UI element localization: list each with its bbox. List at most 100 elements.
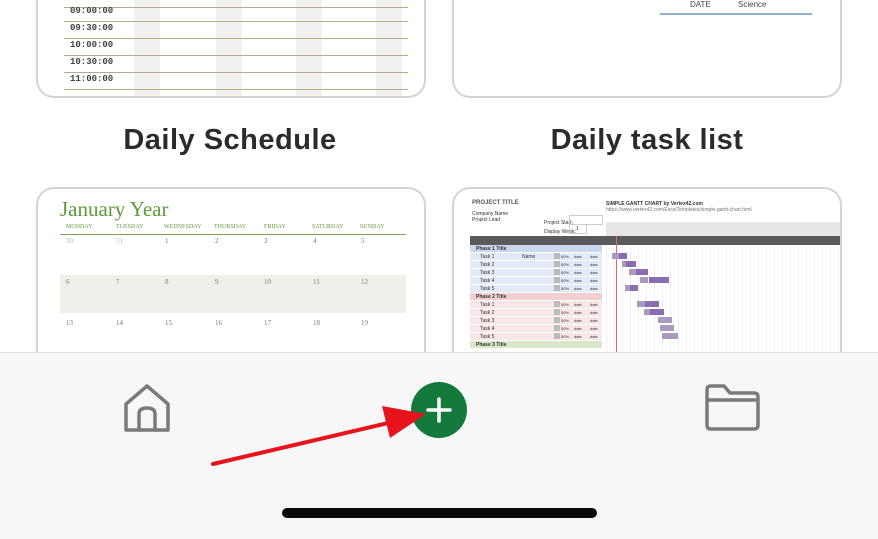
gantt-progress-value: 50% [561, 302, 570, 307]
gantt-progress-cell [554, 261, 560, 267]
gantt-task-label: Task 4 [480, 278, 495, 284]
gantt-preview: PROJECT TITLE Company Name Project Lead … [454, 189, 840, 357]
gantt-progress-cell [554, 309, 560, 315]
gantt-progress-cell [554, 269, 560, 275]
gantt-date-value: date [590, 254, 598, 259]
gantt-progress-value: 50% [561, 286, 570, 291]
gantt-bar [637, 301, 645, 307]
gantt-grid-line [686, 245, 687, 357]
gantt-date-value: date [574, 302, 582, 307]
gantt-grid-line [702, 245, 703, 357]
gantt-date-value: date [574, 318, 582, 323]
schedule-row: 10:30:00 [64, 55, 408, 73]
gantt-bar [619, 253, 627, 259]
calendar-date: 30 [66, 237, 73, 245]
gantt-grid-line [822, 245, 823, 357]
gantt-bar [630, 285, 638, 291]
add-button[interactable] [411, 382, 467, 438]
calendar-date: 1 [165, 237, 169, 245]
calendar-date: 15 [165, 319, 172, 327]
template-title-daily-task-list: Daily task list [550, 124, 744, 156]
task-list-preview: DATE Science [454, 0, 840, 96]
gantt-grid-line [726, 245, 727, 357]
gantt-task-label: Task 5 [480, 286, 495, 292]
calendar-date: 8 [165, 278, 169, 286]
gantt-date-value: date [590, 334, 598, 339]
gantt-grid-line [774, 245, 775, 357]
home-indicator [282, 508, 597, 518]
gantt-phase-label: Phase 3 Title [476, 342, 507, 348]
task-column-header: Science [738, 0, 767, 9]
gantt-progress-value: 50% [561, 278, 570, 283]
gantt-week-box: 1 [569, 224, 587, 234]
gantt-bar [649, 277, 669, 283]
calendar-weekday: SUNDAY [360, 224, 385, 230]
gantt-progress-value: 50% [561, 326, 570, 331]
template-card-gantt-chart[interactable]: PROJECT TITLE Company Name Project Lead … [452, 187, 842, 357]
gantt-project-title: PROJECT TITLE [472, 200, 519, 206]
calendar-date: 6 [66, 278, 70, 286]
calendar-week-band [60, 275, 406, 313]
gantt-task-label: Task 1 [480, 302, 495, 308]
gantt-grid-line [742, 245, 743, 357]
gantt-grid-line [750, 245, 751, 357]
gantt-task-label: Task 5 [480, 334, 495, 340]
gantt-date-value: date [574, 278, 582, 283]
gantt-date-value: date [574, 326, 582, 331]
calendar-date: 18 [313, 319, 320, 327]
task-column-header: DATE [690, 0, 711, 9]
calendar-date: 19 [361, 319, 368, 327]
schedule-time: 09:00:00 [70, 6, 114, 16]
template-card-daily-task-list[interactable]: DATE Science [452, 0, 842, 98]
gantt-grid-line [614, 245, 615, 357]
template-card-daily-schedule[interactable]: 09:00:00 09:30:00 10:00:00 10:30:00 11:0… [36, 0, 426, 98]
gantt-date-value: date [574, 254, 582, 259]
calendar-date: 4 [313, 237, 317, 245]
calendar-date: 7 [116, 278, 120, 286]
calendar-date: 2 [215, 237, 219, 245]
gantt-date-value: date [590, 318, 598, 323]
folder-icon[interactable] [703, 382, 761, 432]
calendar-weekday: THURSDAY [214, 224, 247, 230]
template-title-daily-schedule: Daily Schedule [123, 124, 337, 156]
template-card-calendar[interactable]: January Year MONDAY TUESDAY WEDNESDAY TH… [36, 187, 426, 357]
plus-icon [426, 397, 452, 423]
gantt-date-value: date [590, 278, 598, 283]
calendar-date: 10 [264, 278, 271, 286]
calendar-date: 5 [361, 237, 365, 245]
gantt-date-value: date [590, 286, 598, 291]
calendar-date: 16 [215, 319, 222, 327]
gantt-date-value: date [574, 334, 582, 339]
gantt-grid-line [806, 245, 807, 357]
gantt-grid-line [798, 245, 799, 357]
gantt-grid-line [734, 245, 735, 357]
gantt-progress-value: 50% [561, 254, 570, 259]
gantt-date-value: date [590, 262, 598, 267]
calendar-date: 3 [264, 237, 268, 245]
calendar-date: 12 [361, 278, 368, 286]
schedule-preview: 09:00:00 09:30:00 10:00:00 10:30:00 11:0… [38, 0, 424, 96]
home-icon[interactable] [121, 382, 173, 434]
gantt-date-value: date [590, 326, 598, 331]
gantt-date-value: date [574, 270, 582, 275]
gantt-bar [662, 333, 678, 339]
gantt-grid-line [694, 245, 695, 357]
gantt-progress-cell [554, 325, 560, 331]
gantt-phase-label: Phase 2 Title [476, 294, 507, 300]
gantt-progress-cell [554, 317, 560, 323]
gantt-task-label: Task 3 [480, 318, 495, 324]
gantt-date-value: date [574, 310, 582, 315]
schedule-time: 10:00:00 [70, 40, 114, 50]
gantt-task-label: Task 4 [480, 326, 495, 332]
schedule-time: 10:30:00 [70, 57, 114, 67]
gantt-progress-value: 50% [561, 310, 570, 315]
gantt-grid-line [790, 245, 791, 357]
gantt-week-band [606, 222, 840, 236]
gantt-grid-line [670, 245, 671, 357]
gantt-progress-cell [554, 301, 560, 307]
gantt-bar [645, 301, 659, 307]
calendar-date: 13 [66, 319, 73, 327]
gantt-meta: Project Lead [472, 217, 501, 223]
gantt-progress-cell [554, 285, 560, 291]
task-header-divider [660, 13, 812, 15]
